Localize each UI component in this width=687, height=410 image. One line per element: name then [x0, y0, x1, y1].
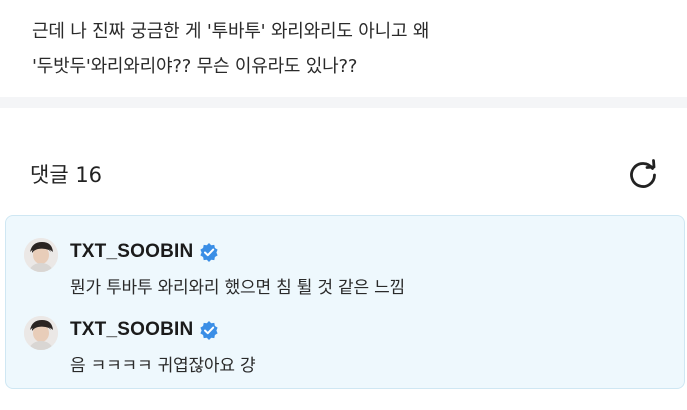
refresh-button[interactable] [624, 156, 662, 194]
avatar[interactable] [24, 316, 58, 350]
post-text-line-2: '두밧두'와리와리야?? 무슨 이유라도 있나?? [32, 56, 358, 77]
comment-author[interactable]: TXT_SOOBIN [70, 319, 193, 341]
comment-count-header: 댓글 16 [30, 163, 103, 187]
comment-text: 뭔가 투바투 와리와리 했으면 침 튈 것 같은 느낌 [70, 278, 405, 298]
refresh-icon [630, 159, 656, 188]
section-divider [0, 97, 687, 108]
verified-badge-icon [200, 321, 219, 340]
post-text-line-1: 근데 나 진짜 궁금한 게 '투바투' 와리와리도 아니고 왜 [32, 21, 430, 42]
comment-author[interactable]: TXT_SOOBIN [70, 241, 193, 263]
verified-badge-icon [200, 243, 219, 262]
post-body: 근데 나 진짜 궁금한 게 '투바투' 와리와리도 아니고 왜 '두밧두'와리와… [32, 14, 652, 84]
pinned-comments-box: TXT_SOOBIN 뭔가 투바투 와리와리 했으면 침 튈 것 같은 느낌 T… [5, 215, 685, 389]
comment-text: 음 ㅋㅋㅋㅋ 귀엽잖아요 걍 [70, 356, 256, 376]
avatar[interactable] [24, 238, 58, 272]
